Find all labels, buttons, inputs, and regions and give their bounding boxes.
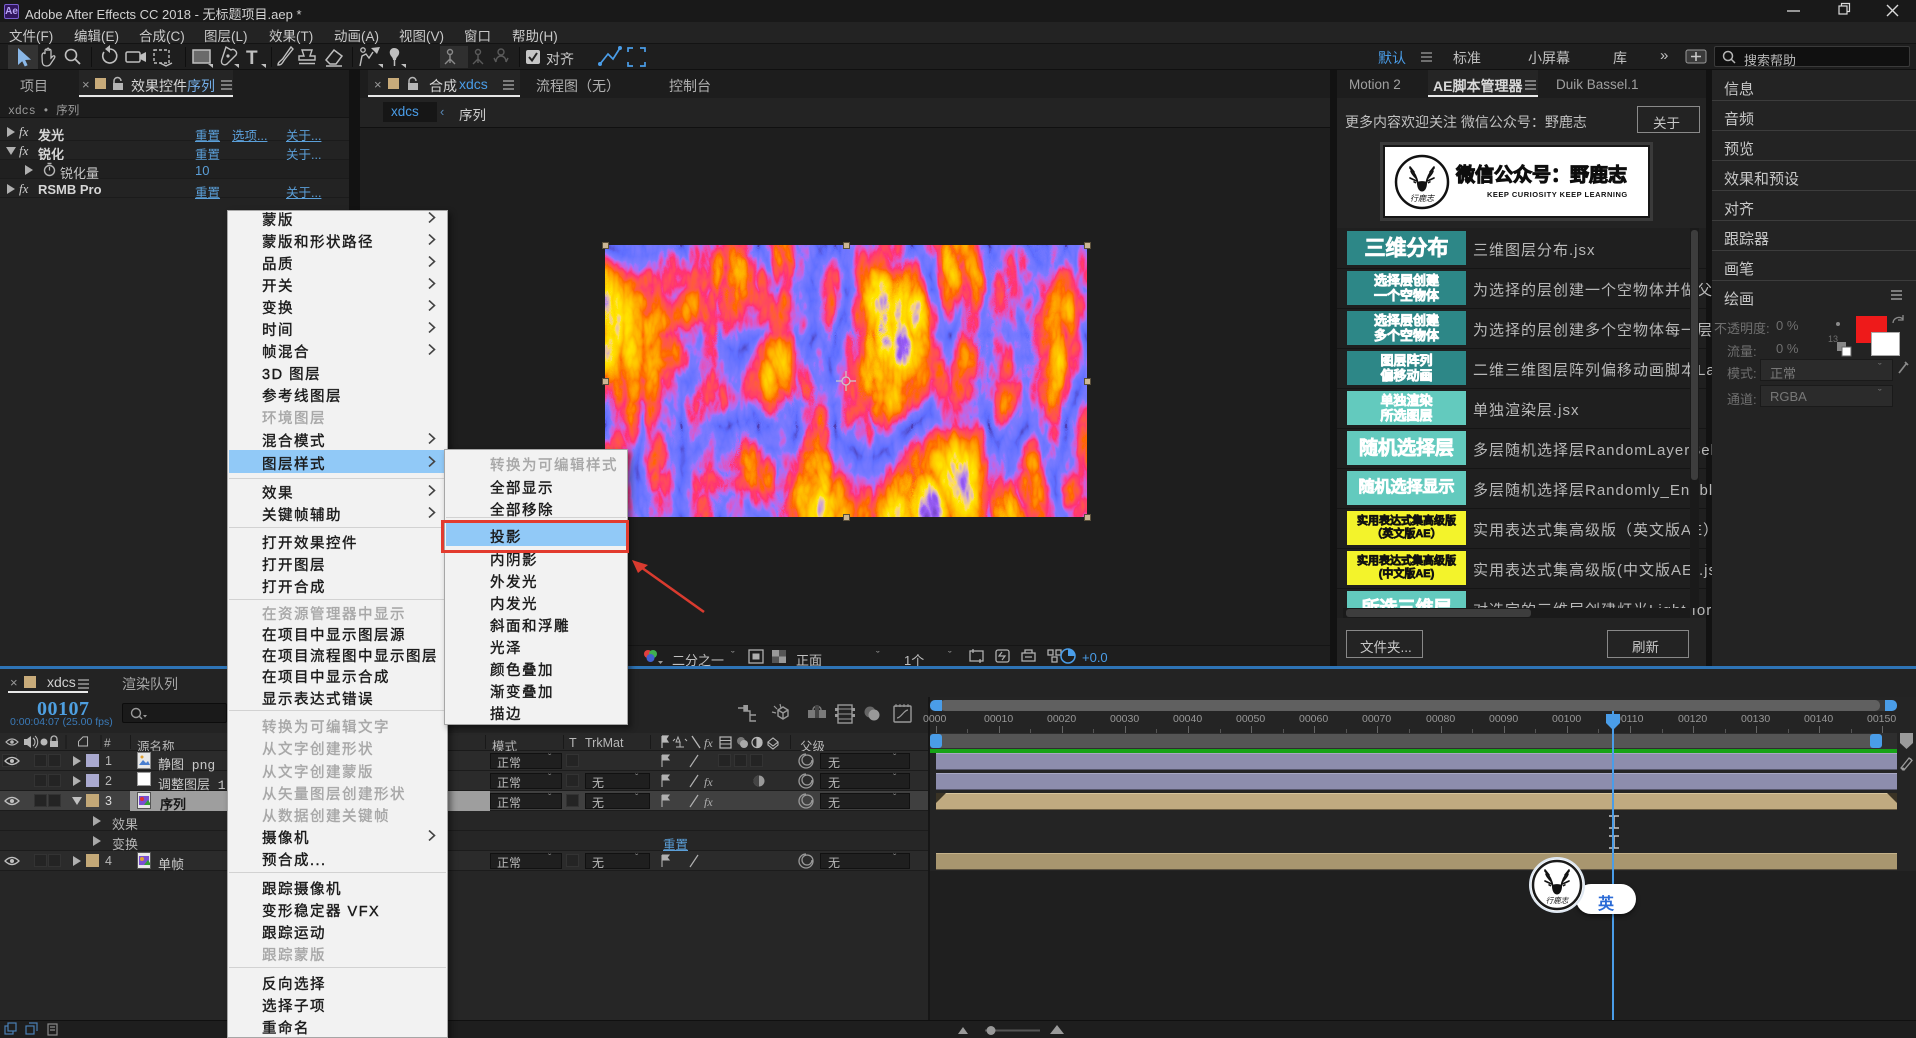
svg-text:行鹿志: 行鹿志 [1410,194,1435,203]
svg-text:行鹿志: 行鹿志 [1546,896,1570,905]
svg-text:fx: fx [704,736,713,750]
svg-text:T: T [246,48,258,69]
svg-text:fx: fx [704,795,713,808]
svg-text:fx: fx [704,775,713,788]
